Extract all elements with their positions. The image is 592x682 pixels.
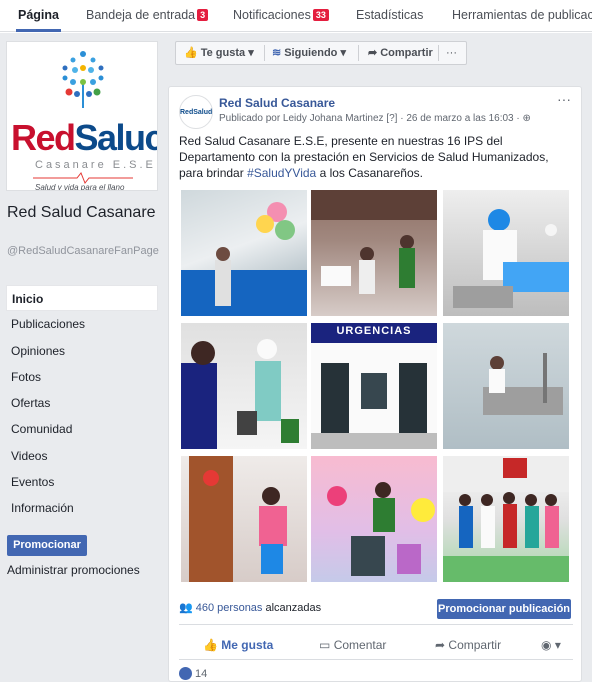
post-reach: 👥 460 personas alcanzadas	[179, 602, 322, 614]
avatar[interactable]: RedSalud	[179, 95, 213, 129]
tab-label: Estadísticas	[356, 8, 424, 22]
page-action-bar: 👍 Te gusta ▾ ≋ Siguiendo ▾ ➦ Compartir ···	[175, 41, 467, 65]
divider	[264, 45, 265, 61]
tab-label: Página	[18, 8, 59, 22]
photo-waiting-room[interactable]	[311, 190, 437, 316]
rss-icon: ≋	[272, 47, 282, 59]
notifications-badge: 33	[312, 9, 329, 21]
divider	[179, 624, 573, 625]
post-body-text: Red Salud Casanare E.S.E, presente en nu…	[179, 134, 549, 180]
photo-patient-bed-image	[483, 353, 563, 415]
nav-item-fotos[interactable]: Fotos	[6, 364, 158, 390]
page-avatar-icon: ◉	[541, 638, 552, 652]
boost-post-button[interactable]: Promocionar publicación	[437, 599, 571, 619]
nav-item-eventos[interactable]: Eventos	[6, 469, 158, 495]
chevron-down-icon: ▾	[340, 47, 346, 59]
tab-publishing-tools[interactable]: Herramientas de publicació	[452, 0, 592, 32]
page-tabs-bar: Página Bandeja de entrada 3 Notificacione…	[0, 0, 592, 32]
reach-count-link[interactable]: 460 personas	[196, 602, 263, 614]
tab-label: Herramientas de publicació	[452, 8, 592, 22]
logo-tree-icon	[62, 51, 104, 108]
thumbs-up-icon: 👍	[203, 638, 218, 652]
page-nav: Inicio Publicaciones Opiniones Fotos Ofe…	[6, 285, 158, 522]
share-button[interactable]: ➦ Compartir	[435, 635, 501, 655]
share-page-button[interactable]: ➦ Compartir	[368, 42, 433, 64]
page-title[interactable]: Red Salud Casanare	[7, 203, 157, 223]
photo-waiting-room-image	[311, 190, 437, 294]
hashtag-link[interactable]: #SaludYVida	[247, 166, 316, 180]
main-content: 👍 Te gusta ▾ ≋ Siguiendo ▾ ➦ Compartir ··· …	[165, 33, 592, 682]
logo-subtitle: Casanare E.S.E	[35, 159, 156, 171]
chevron-down-icon: ▾	[248, 47, 254, 59]
like-page-button[interactable]: 👍 Te gusta ▾	[184, 42, 254, 64]
photo-urgencias[interactable]: URGENCIAS	[311, 323, 437, 449]
comment-bubble-icon: ▭	[319, 638, 331, 652]
nav-item-informacion[interactable]: Información	[6, 495, 158, 521]
photo-grid: URGENCIAS	[179, 190, 569, 582]
post-as-selector[interactable]: ◉ ▾	[541, 635, 561, 655]
logo-wordmark: RedSaluc	[11, 117, 158, 158]
tab-insights[interactable]: Estadísticas	[356, 0, 423, 32]
nav-item-ofertas[interactable]: Ofertas	[6, 390, 158, 416]
manage-promotions-link[interactable]: Administrar promociones	[7, 563, 140, 577]
nav-item-videos[interactable]: Videos	[6, 443, 158, 469]
nav-item-inicio[interactable]: Inicio	[6, 285, 158, 312]
post-metadata: Publicado por Leidy Johana Martinez [?] …	[219, 113, 531, 124]
divider	[438, 45, 439, 61]
photo-child-clinic[interactable]	[181, 190, 307, 316]
photo-patient-bed[interactable]	[443, 323, 569, 449]
chevron-down-icon: ▾	[554, 638, 561, 652]
comment-button[interactable]: ▭ Comentar	[319, 635, 386, 655]
divider	[179, 659, 573, 660]
nav-item-comunidad[interactable]: Comunidad	[6, 416, 158, 442]
photo-dental-care-image	[453, 209, 569, 308]
people-icon: 👥	[179, 602, 193, 614]
promote-button[interactable]: Promocionar	[7, 535, 87, 556]
page-profile-picture[interactable]: RedSaluc Casanare E.S.E Salud y vida par…	[6, 41, 158, 191]
following-button[interactable]: ≋ Siguiendo ▾	[272, 42, 346, 64]
globe-icon: ⊕	[522, 113, 531, 124]
logo-slogan: Salud y vida para el llano	[35, 183, 125, 191]
photo-pregnant-woman-image	[189, 456, 287, 582]
page-username[interactable]: @RedSaludCasanareFanPage	[7, 245, 159, 257]
photo-health-team[interactable]	[443, 456, 569, 582]
share-arrow-icon: ➦	[435, 638, 446, 652]
share-arrow-icon: ➦	[368, 47, 378, 59]
tab-label: Notificaciones	[233, 8, 311, 22]
photo-pregnant-woman[interactable]	[181, 456, 307, 582]
photo-child-clinic-image	[181, 202, 307, 316]
photo-nurses-image	[181, 339, 299, 449]
tab-notifications[interactable]: Notificaciones 33	[233, 0, 329, 32]
tab-label: Bandeja de entrada	[86, 8, 196, 22]
like-count[interactable]: 14	[179, 667, 207, 680]
urgencias-sign: URGENCIAS	[336, 325, 412, 337]
like-button[interactable]: 👍 Me gusta	[203, 635, 273, 655]
post-author-link[interactable]: Red Salud Casanare	[219, 96, 335, 110]
nav-item-opiniones[interactable]: Opiniones	[6, 338, 158, 364]
tab-inbox[interactable]: Bandeja de entrada 3	[86, 0, 209, 32]
thumbs-up-icon: 👍	[184, 47, 198, 59]
post-card: RedSalud Red Salud Casanare Publicado po…	[168, 86, 582, 682]
photo-urgencias-image	[311, 323, 437, 449]
photo-nurses[interactable]	[181, 323, 307, 449]
tab-pagina[interactable]: Página	[16, 0, 61, 32]
photo-family-care[interactable]	[311, 456, 437, 582]
post-options-button[interactable]: ···	[557, 91, 571, 107]
inbox-badge: 3	[197, 9, 209, 21]
photo-dental-care[interactable]	[443, 190, 569, 316]
nav-item-publicaciones[interactable]: Publicaciones	[6, 311, 158, 337]
photo-family-care-image	[327, 482, 435, 576]
left-sidebar: RedSaluc Casanare E.S.E Salud y vida par…	[0, 33, 165, 682]
like-reaction-icon	[179, 667, 192, 680]
more-options-button[interactable]: ···	[446, 42, 457, 64]
photo-health-team-image	[443, 456, 569, 582]
divider	[358, 45, 359, 61]
